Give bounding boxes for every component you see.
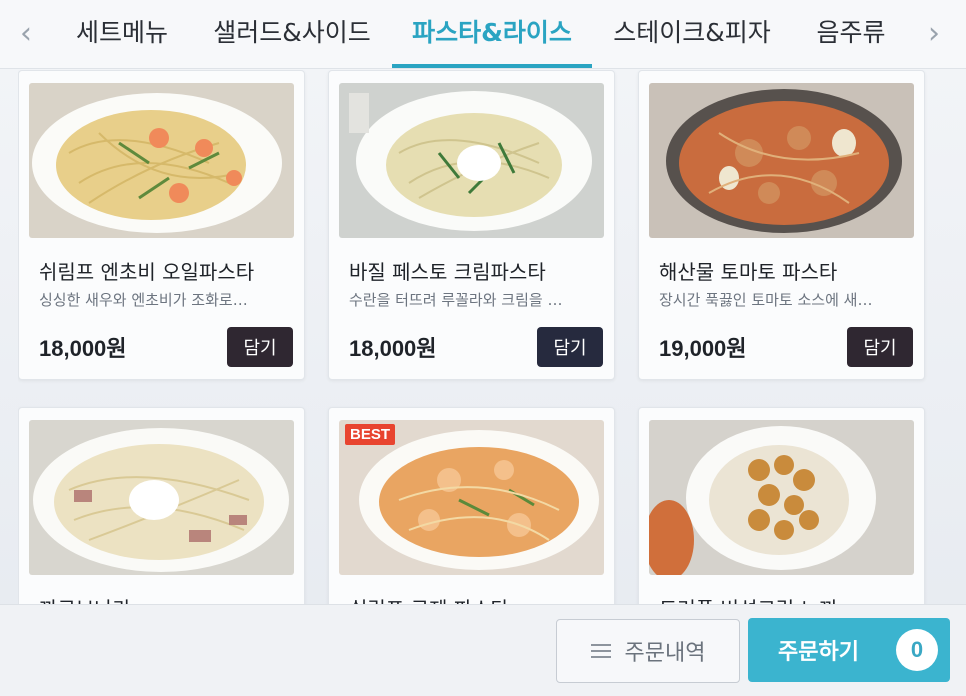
menu-card[interactable]: 바질 페스토 크림파스타 수란을 터뜨려 루꼴라와 크림을 … 18,000원 … [328,70,615,380]
place-order-label: 주문하기 [778,640,859,665]
menu-item-photo [29,83,294,238]
cart-count-badge: 0 [896,629,938,671]
category-tab-bar: ‹ 세트메뉴 샐러드&사이드 파스타&라이스 스테이크&피자 음주류 › [0,0,966,69]
category-tabs: 세트메뉴 샐러드&사이드 파스타&라이스 스테이크&피자 음주류 [52,0,910,68]
add-to-cart-button[interactable]: 담기 [227,327,293,367]
menu-card[interactable]: 까르보나라 [18,407,305,605]
menu-item-photo [649,420,914,575]
tab-pasta-rice[interactable]: 파스타&라이스 [392,0,592,68]
bottom-action-bar: 주문내역 주문하기 0 [0,604,966,696]
menu-item-photo [29,420,294,575]
kiosk-screen: ‹ 세트메뉴 샐러드&사이드 파스타&라이스 스테이크&피자 음주류 › 쉬림프… [0,0,966,696]
place-order-button[interactable]: 주문하기 0 [748,618,950,682]
menu-item-price: 18,000원 [349,336,437,361]
menu-item-desc: 싱싱한 새우와 엔초비가 조화로… [39,291,248,309]
menu-grid: 쉬림프 엔초비 오일파스타 싱싱한 새우와 엔초비가 조화로… 18,000원 … [18,70,928,605]
menu-item-photo: BEST [339,420,604,575]
menu-item-desc: 장시간 푹끓인 토마토 소스에 새… [659,291,873,309]
menu-item-name: 바질 페스토 크림파스타 [349,260,546,284]
tab-steak-pizza[interactable]: 스테이크&피자 [592,0,792,68]
best-badge: BEST [345,424,396,445]
add-to-cart-button[interactable]: 담기 [537,327,603,367]
tab-drinks[interactable]: 음주류 [792,0,910,68]
menu-item-desc: 수란을 터뜨려 루꼴라와 크림을 … [349,291,563,309]
list-icon [590,640,611,662]
tab-salad-side[interactable]: 샐러드&사이드 [192,0,392,68]
menu-item-photo [339,83,604,238]
menu-card[interactable]: 해산물 토마토 파스타 장시간 푹끓인 토마토 소스에 새… 19,000원 담… [638,70,925,380]
add-to-cart-button[interactable]: 담기 [847,327,913,367]
menu-card[interactable]: 쉬림프 엔초비 오일파스타 싱싱한 새우와 엔초비가 조화로… 18,000원 … [18,70,305,380]
menu-item-name: 해산물 토마토 파스타 [659,260,838,284]
menu-card[interactable]: 트러플 버섯크림 뇨끼 [638,407,925,605]
chevron-right-icon[interactable]: › [914,14,954,54]
menu-item-name: 쉬림프 엔초비 오일파스타 [39,260,255,284]
tab-set-menu[interactable]: 세트메뉴 [52,0,192,68]
menu-item-price: 19,000원 [659,336,747,361]
chevron-left-icon[interactable]: ‹ [6,14,46,54]
order-history-button[interactable]: 주문내역 [556,619,740,683]
menu-item-photo [649,83,914,238]
order-history-label: 주문내역 [624,641,706,666]
menu-card[interactable]: BEST 쉬림프 로제 파스타 [328,407,615,605]
menu-item-price: 18,000원 [39,336,127,361]
